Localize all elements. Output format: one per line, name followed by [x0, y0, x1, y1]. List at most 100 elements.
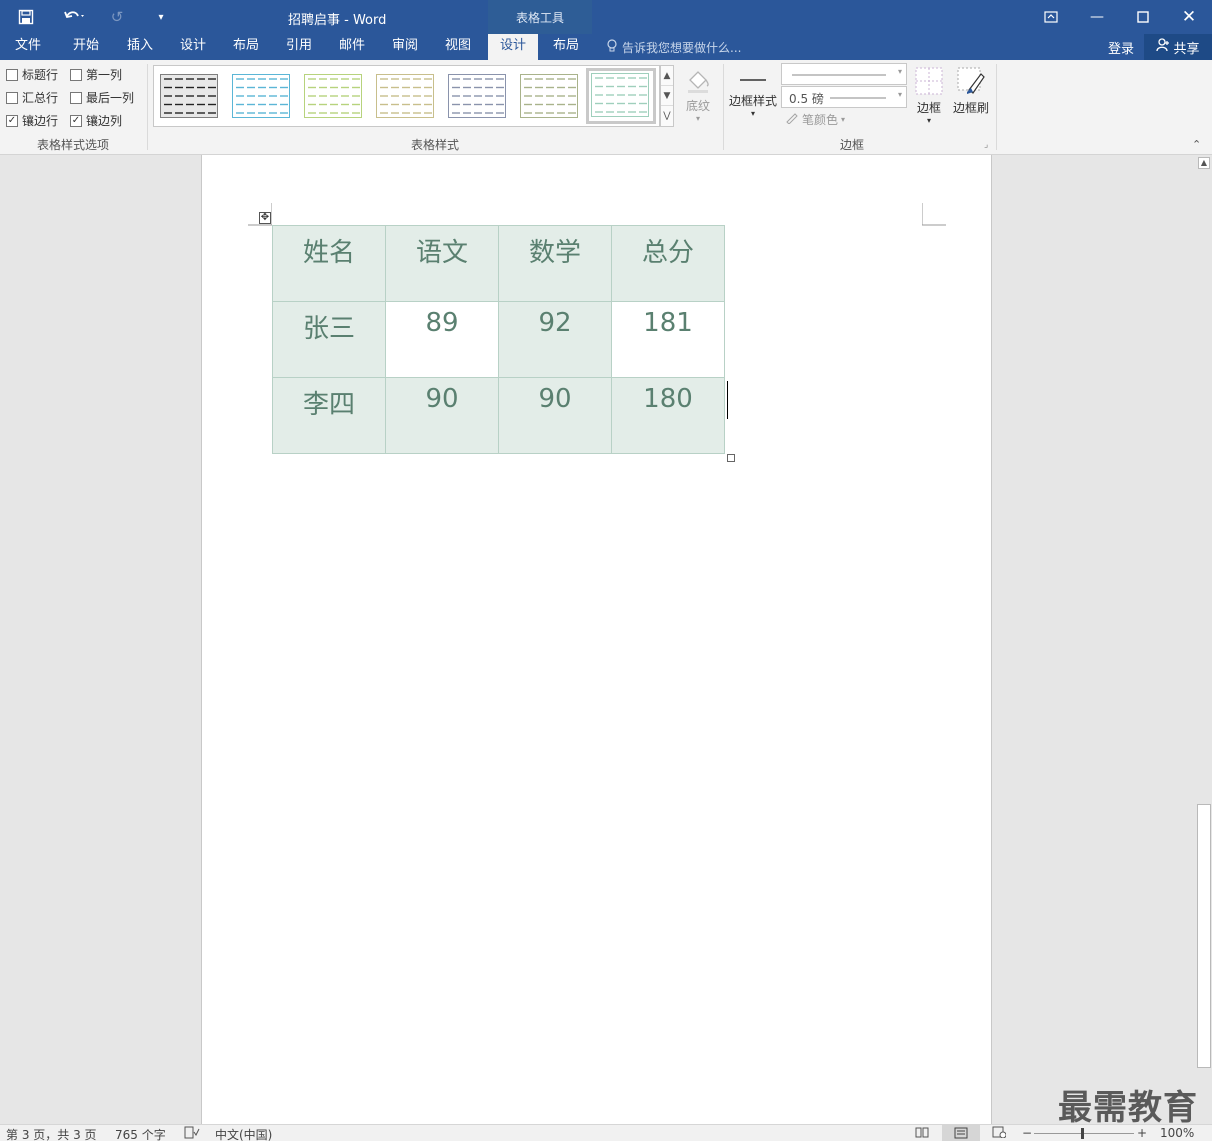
maximize-icon[interactable] [1120, 0, 1166, 34]
gallery-scroller[interactable]: ▲ ▼ ⋁ [660, 65, 674, 127]
tab-table-layout[interactable]: 布局 [542, 34, 590, 60]
gallery-down-icon[interactable]: ▼ [661, 86, 673, 106]
tab-home[interactable]: 开始 [62, 34, 110, 60]
score-table[interactable]: 姓名 语文 数学 总分 张三 89 92 181 李四 90 90 180 [272, 225, 725, 454]
close-icon[interactable]: ✕ [1166, 0, 1212, 34]
table-move-handle-icon[interactable]: ✥ [259, 212, 271, 224]
option-banded-rows[interactable]: ✓ 镶边行 [6, 112, 58, 129]
group-divider [996, 64, 997, 150]
table-style-swatch[interactable] [376, 74, 434, 118]
ribbon-tabs: 文件 开始 插入 设计 布局 引用 邮件 审阅 视图 设计 布局 告诉我您想要做… [0, 34, 1212, 60]
pen-color-button[interactable]: 笔颜色 ▾ [785, 111, 845, 128]
total-row-checkbox[interactable] [6, 91, 18, 104]
table-cell[interactable]: 总分 [611, 225, 725, 302]
web-layout-icon[interactable] [992, 1126, 1007, 1141]
table-cell[interactable]: 语文 [385, 225, 499, 302]
table-cell[interactable]: 89 [385, 301, 499, 378]
redo-icon[interactable]: ↺ [106, 6, 128, 28]
table-style-swatch[interactable] [448, 74, 506, 118]
zoom-slider-thumb[interactable] [1081, 1128, 1084, 1139]
banded-columns-checkbox[interactable]: ✓ [70, 114, 82, 127]
line-style-icon [728, 68, 778, 92]
table-cell[interactable]: 90 [385, 377, 499, 454]
tab-table-design[interactable]: 设计 [488, 34, 538, 60]
border-painter-icon [950, 66, 992, 99]
tab-design[interactable]: 设计 [169, 34, 217, 60]
document-area: ✥ 姓名 语文 数学 总分 张三 89 92 181 李四 90 90 180 [0, 155, 1196, 1124]
border-painter-button[interactable]: 边框刷 [950, 66, 992, 116]
tab-view[interactable]: 视图 [434, 34, 482, 60]
first-column-label: 第一列 [86, 68, 123, 82]
save-icon[interactable] [14, 6, 38, 28]
tab-references[interactable]: 引用 [275, 34, 323, 60]
last-column-label: 最后一列 [86, 91, 135, 105]
tab-mailings[interactable]: 邮件 [328, 34, 376, 60]
first-column-checkbox[interactable] [70, 68, 82, 81]
word-count[interactable]: 765 个字 [115, 1126, 166, 1141]
gallery-up-icon[interactable]: ▲ [661, 66, 673, 86]
ribbon: 标题行 第一列 汇总行 最后一列 ✓ 镶边行 ✓ 镶边列 表格样式选项 ▲ ▼ ⋁ … [0, 60, 1212, 155]
table-styles-gallery[interactable] [153, 65, 660, 127]
page-indicator[interactable]: 第 3 页，共 3 页 [6, 1126, 97, 1141]
table-style-swatch[interactable] [304, 74, 362, 118]
table-style-swatch[interactable] [232, 74, 290, 118]
zoom-out-icon[interactable]: − [1022, 1126, 1032, 1140]
print-layout-view[interactable] [942, 1125, 980, 1141]
tab-review[interactable]: 审阅 [381, 34, 429, 60]
table-cell[interactable]: 姓名 [272, 225, 386, 302]
table-cell[interactable]: 数学 [498, 225, 612, 302]
option-banded-columns[interactable]: ✓ 镶边列 [70, 112, 122, 129]
table-cell[interactable]: 92 [498, 301, 612, 378]
last-column-checkbox[interactable] [70, 91, 82, 104]
group-label-table-styles: 表格样式 [410, 138, 459, 152]
scroll-up-icon[interactable]: ▲ [1198, 157, 1210, 169]
line-weight-dropdown[interactable]: 0.5 磅 ▾ [781, 86, 907, 108]
option-total-row[interactable]: 汇总行 [6, 89, 58, 106]
shading-button[interactable]: 底纹 ▾ [680, 66, 716, 123]
table-style-swatch[interactable] [160, 74, 218, 118]
person-icon [1156, 38, 1170, 56]
vertical-scrollbar[interactable]: ▲ [1196, 155, 1212, 1124]
tab-layout[interactable]: 布局 [222, 34, 270, 60]
banded-rows-checkbox[interactable]: ✓ [6, 114, 18, 127]
table-cell[interactable]: 李四 [272, 377, 386, 454]
undo-icon[interactable] [58, 6, 92, 28]
tab-insert[interactable]: 插入 [116, 34, 164, 60]
header-row-checkbox[interactable] [6, 68, 18, 81]
language-indicator[interactable]: 中文(中国) [215, 1126, 272, 1141]
option-header-row[interactable]: 标题行 [6, 66, 58, 83]
read-mode-icon[interactable] [915, 1126, 929, 1141]
table-cell[interactable]: 180 [611, 377, 725, 454]
table-resize-handle[interactable] [727, 454, 735, 462]
border-styles-button[interactable]: 边框样式 ▾ [728, 68, 778, 118]
document-page[interactable]: ✥ 姓名 语文 数学 总分 张三 89 92 181 李四 90 90 180 [201, 155, 992, 1124]
tell-me-search[interactable]: 告诉我您想要做什么... [606, 38, 741, 56]
option-first-column[interactable]: 第一列 [70, 66, 122, 83]
zoom-slider-track[interactable] [1034, 1133, 1134, 1134]
paint-bucket-icon [680, 66, 716, 97]
table-style-swatch[interactable] [586, 68, 656, 124]
gallery-more-icon[interactable]: ⋁ [661, 106, 673, 126]
option-last-column[interactable]: 最后一列 [70, 89, 134, 106]
table-cell[interactable]: 张三 [272, 301, 386, 378]
table-row: 李四 90 90 180 [272, 377, 725, 454]
customize-quick-access-icon[interactable]: ▾ [152, 6, 170, 28]
ribbon-display-options-icon[interactable] [1028, 0, 1074, 34]
dialog-launcher-icon[interactable]: ⌟ [984, 140, 988, 150]
collapse-ribbon-icon[interactable]: ⌃ [1192, 138, 1201, 151]
table-tools-context-header: 表格工具 [488, 0, 592, 34]
login-link[interactable]: 登录 [1108, 38, 1134, 57]
table-style-swatch[interactable] [520, 74, 578, 118]
scrollbar-thumb[interactable] [1197, 804, 1211, 1068]
line-style-dropdown[interactable]: ▾ [781, 63, 907, 85]
banded-columns-label: 镶边列 [86, 114, 123, 128]
total-row-label: 汇总行 [22, 91, 59, 105]
share-button[interactable]: 共享 [1144, 34, 1212, 60]
tab-file[interactable]: 文件 [4, 34, 52, 60]
borders-button[interactable]: 边框 ▾ [912, 66, 946, 125]
group-label-style-options: 表格样式选项 [36, 138, 109, 152]
table-cell[interactable]: 181 [611, 301, 725, 378]
proofing-icon[interactable] [184, 1126, 200, 1141]
table-cell[interactable]: 90 [498, 377, 612, 454]
minimize-icon[interactable]: — [1074, 0, 1120, 34]
